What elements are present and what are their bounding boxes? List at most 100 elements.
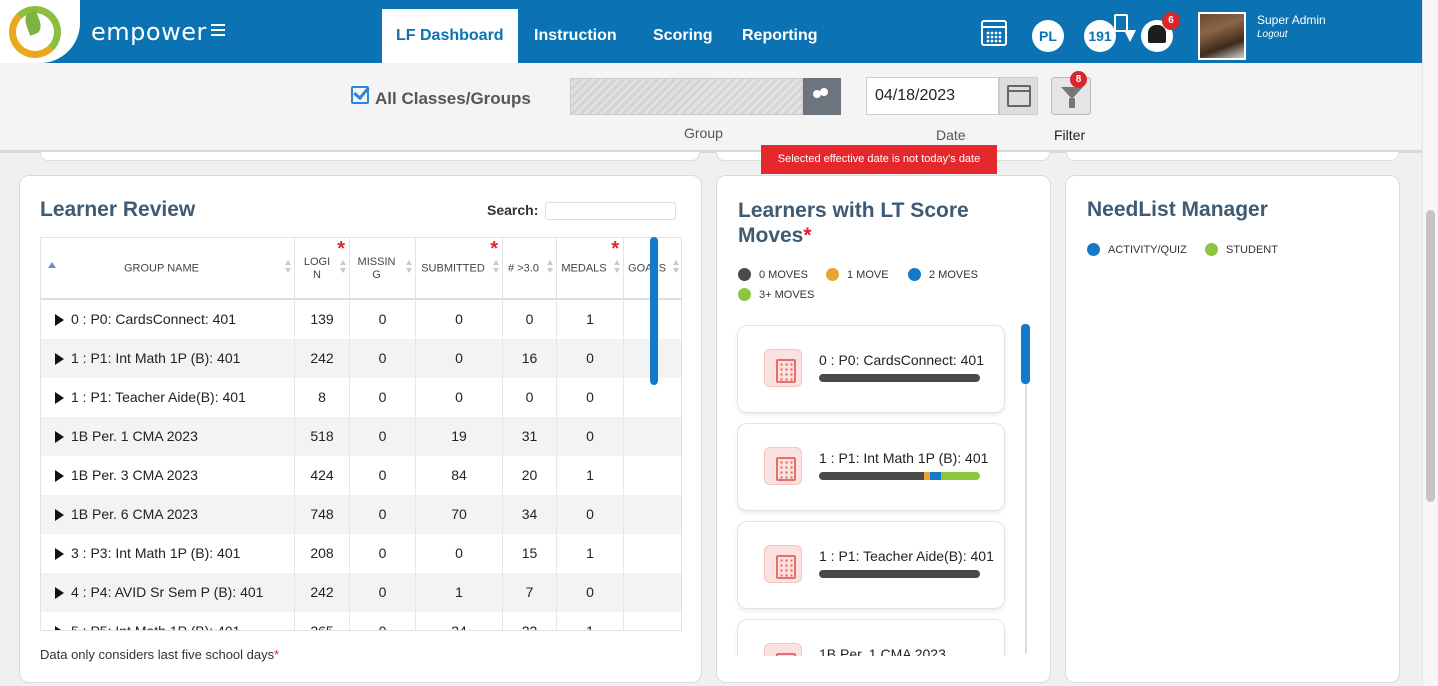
lt-scrollbar[interactable] [1021, 324, 1030, 384]
group-name-cell[interactable]: 3 : P3: Int Math 1P (B): 401 [41, 534, 295, 573]
group-card[interactable]: 1B Per. 1 CMA 2023 [737, 619, 1005, 656]
top-navbar: empower LF Dashboard Instruction Scoring… [0, 0, 1422, 63]
login-cell: 265 [295, 612, 350, 630]
group-name-cell[interactable]: 5 : P5: Int Math 1P (B): 401 [41, 612, 295, 630]
card-label: 1B Per. 1 CMA 2023 [819, 646, 946, 656]
logo[interactable] [0, 0, 80, 63]
all-groups-label[interactable]: All Classes/Groups [375, 89, 531, 109]
panel-stub [40, 152, 700, 161]
group-card[interactable]: 0 : P0: CardsConnect: 401 [737, 325, 1005, 413]
gt3-cell: 0 [503, 378, 557, 417]
table-scrollbar[interactable] [650, 237, 658, 385]
group-name-cell[interactable]: 1B Per. 1 CMA 2023 [41, 417, 295, 456]
moves-segment [819, 472, 924, 480]
tab-reporting[interactable]: Reporting [728, 9, 832, 63]
col-submitted[interactable]: SUBMITTED * [416, 238, 503, 300]
logout-link[interactable]: Logout [1257, 29, 1288, 40]
gt3-cell: 0 [503, 300, 557, 339]
tab-lf-dashboard[interactable]: LF Dashboard [382, 9, 518, 63]
sort-icon [547, 260, 553, 274]
col-medals[interactable]: MEDALS * [557, 238, 624, 300]
goals-cell [624, 495, 681, 534]
table-row[interactable]: 1B Per. 6 CMA 2023 748 0 70 34 0 [41, 495, 681, 534]
table-header: GROUP NAME LOGI N * MISSIN G SUBMITTED *… [41, 238, 681, 300]
submitted-cell: 19 [416, 417, 503, 456]
panel-stub [1066, 152, 1399, 161]
gt3-cell: 22 [503, 612, 557, 630]
group-picker-button[interactable] [803, 78, 841, 115]
filter-label: Filter [1054, 127, 1086, 143]
date-warning-toast: Selected effective date is not today's d… [761, 145, 997, 174]
panel-title: Learner Review [40, 198, 196, 221]
submitted-cell: 1 [416, 573, 503, 612]
bell-icon [1148, 25, 1166, 43]
calendar-icon[interactable] [981, 20, 1007, 46]
date-label: Date [936, 127, 966, 143]
sort-icon [340, 260, 346, 274]
col-missing[interactable]: MISSIN G [350, 238, 416, 300]
date-picker-button[interactable] [999, 77, 1038, 115]
legend-dot [826, 268, 839, 281]
group-name-cell[interactable]: 4 : P4: AVID Sr Sem P (B): 401 [41, 573, 295, 612]
table-row[interactable]: 3 : P3: Int Math 1P (B): 401 208 0 0 15 1 [41, 534, 681, 573]
medals-cell: 1 [557, 534, 624, 573]
brand-name: empower [91, 18, 207, 46]
group-card[interactable]: 1 : P1: Teacher Aide(B): 401 [737, 521, 1005, 609]
legend-3plus-moves: 3+ MOVES [759, 289, 815, 301]
col-gt3[interactable]: # >3.0 [503, 238, 557, 300]
group-card[interactable]: 1 : P1: Int Math 1P (B): 401 [737, 423, 1005, 511]
table-row[interactable]: 1 : P1: Int Math 1P (B): 401 242 0 0 16 0 [41, 339, 681, 378]
date-input[interactable]: 04/18/2023 [866, 77, 999, 115]
group-name-cell[interactable]: 1B Per. 3 CMA 2023 [41, 456, 295, 495]
needlist-panel: NeedList Manager ACTIVITY/QUIZ STUDENT [1065, 175, 1400, 683]
missing-cell: 0 [350, 573, 416, 612]
table-row[interactable]: 0 : P0: CardsConnect: 401 139 0 0 0 1 [41, 300, 681, 339]
login-cell: 139 [295, 300, 350, 339]
gt3-cell: 7 [503, 573, 557, 612]
legend-dot [1087, 243, 1100, 256]
legend-dot [738, 268, 751, 281]
lt-card-list: 0 : P0: CardsConnect: 401 1 : P1: Int Mat… [717, 316, 1051, 656]
group-name-cell[interactable]: 1B Per. 6 CMA 2023 [41, 495, 295, 534]
group-name-cell[interactable]: 0 : P0: CardsConnect: 401 [41, 300, 295, 339]
table-row[interactable]: 4 : P4: AVID Sr Sem P (B): 401 242 0 1 7 0 [41, 573, 681, 612]
tab-instruction[interactable]: Instruction [520, 9, 631, 63]
required-marker: * [490, 238, 498, 260]
tab-scoring[interactable]: Scoring [639, 9, 727, 63]
search-input[interactable] [545, 202, 676, 220]
user-initials-badge[interactable]: PL [1032, 20, 1064, 52]
avatar[interactable] [1198, 12, 1246, 60]
gt3-cell: 34 [503, 495, 557, 534]
table-row[interactable]: 1B Per. 1 CMA 2023 518 0 19 31 0 [41, 417, 681, 456]
sort-icon [406, 260, 412, 274]
missing-cell: 0 [350, 417, 416, 456]
goals-cell [624, 612, 681, 630]
col-group-name[interactable]: GROUP NAME [41, 238, 295, 300]
group-name-cell[interactable]: 1 : P1: Int Math 1P (B): 401 [41, 339, 295, 378]
table-row[interactable]: 1B Per. 3 CMA 2023 424 0 84 20 1 [41, 456, 681, 495]
moves-segment [941, 472, 980, 480]
group-name-cell[interactable]: 1 : P1: Teacher Aide(B): 401 [41, 378, 295, 417]
missing-cell: 0 [350, 300, 416, 339]
page-scrollbar[interactable] [1426, 210, 1435, 502]
lt-score-moves-panel: Learners with LT Score Moves* 0 MOVES 1 … [716, 175, 1051, 683]
menu-icon[interactable] [211, 24, 225, 38]
gt3-cell: 31 [503, 417, 557, 456]
col-login[interactable]: LOGI N * [295, 238, 350, 300]
all-groups-checkbox[interactable] [351, 86, 369, 104]
goals-cell [624, 417, 681, 456]
panel-title: NeedList Manager [1087, 198, 1268, 221]
goals-cell [624, 456, 681, 495]
goals-cell [624, 534, 681, 573]
calendar-icon [1007, 85, 1031, 107]
medals-cell: 0 [557, 573, 624, 612]
table-row[interactable]: 5 : P5: Int Math 1P (B): 401 265 0 24 22 1 [41, 612, 681, 630]
sort-icon [285, 260, 291, 274]
medals-cell: 0 [557, 339, 624, 378]
login-cell: 242 [295, 339, 350, 378]
download-count-badge[interactable]: 191 [1084, 20, 1116, 52]
search-label: Search: [487, 202, 539, 218]
table-row[interactable]: 1 : P1: Teacher Aide(B): 401 8 0 0 0 0 [41, 378, 681, 417]
login-cell: 518 [295, 417, 350, 456]
calculator-icon [764, 643, 802, 656]
